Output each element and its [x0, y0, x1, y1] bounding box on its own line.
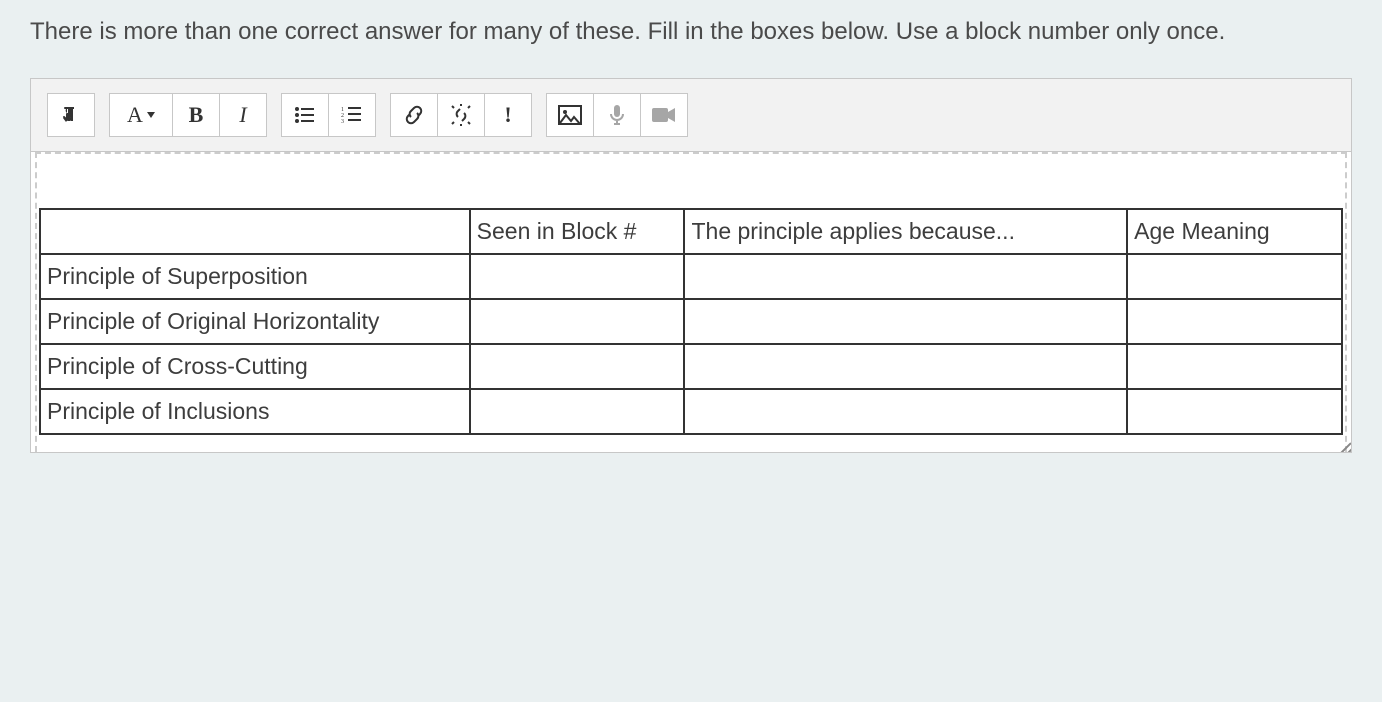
cell-block[interactable] — [470, 299, 685, 344]
cell-block[interactable] — [470, 254, 685, 299]
header-block: Seen in Block # — [470, 209, 685, 254]
header-age: Age Meaning — [1127, 209, 1342, 254]
header-because: The principle applies because... — [684, 209, 1127, 254]
important-button[interactable]: ! — [484, 93, 532, 137]
numbered-list-icon: 1 2 3 — [341, 105, 363, 125]
font-color-button[interactable]: A — [109, 93, 173, 137]
font-color-icon: A — [127, 102, 155, 128]
italic-icon: I — [239, 102, 246, 128]
editor-toolbar: A B I — [31, 79, 1351, 152]
cell-principle[interactable]: Principle of Cross-Cutting — [40, 344, 470, 389]
bold-icon: B — [189, 102, 204, 128]
cell-block[interactable] — [470, 344, 685, 389]
table-row[interactable]: Principle of Cross-Cutting — [40, 344, 1342, 389]
header-principle — [40, 209, 470, 254]
cell-because[interactable] — [684, 299, 1127, 344]
table-header-row: Seen in Block # The principle applies be… — [40, 209, 1342, 254]
cell-age[interactable] — [1127, 389, 1342, 434]
table-row[interactable]: Principle of Inclusions — [40, 389, 1342, 434]
video-icon — [651, 106, 677, 124]
cell-age[interactable] — [1127, 254, 1342, 299]
bullet-list-icon — [294, 105, 316, 125]
record-audio-button[interactable] — [593, 93, 641, 137]
table-row[interactable]: Principle of Superposition — [40, 254, 1342, 299]
cell-because[interactable] — [684, 344, 1127, 389]
link-icon — [403, 105, 425, 125]
cell-principle[interactable]: Principle of Original Horizontality — [40, 299, 470, 344]
svg-text:3: 3 — [341, 119, 344, 125]
text-direction-icon — [61, 105, 81, 125]
unlink-icon — [450, 104, 472, 126]
link-button[interactable] — [390, 93, 438, 137]
chevron-down-icon — [147, 112, 155, 118]
principles-table[interactable]: Seen in Block # The principle applies be… — [39, 208, 1343, 435]
record-video-button[interactable] — [640, 93, 688, 137]
cell-block[interactable] — [470, 389, 685, 434]
italic-button[interactable]: I — [219, 93, 267, 137]
cell-principle[interactable]: Principle of Superposition — [40, 254, 470, 299]
cell-principle[interactable]: Principle of Inclusions — [40, 389, 470, 434]
cell-age[interactable] — [1127, 344, 1342, 389]
numbered-list-button[interactable]: 1 2 3 — [328, 93, 376, 137]
cell-because[interactable] — [684, 254, 1127, 299]
table-row[interactable]: Principle of Original Horizontality — [40, 299, 1342, 344]
instructions-text: There is more than one correct answer fo… — [30, 14, 1352, 50]
unlink-button[interactable] — [437, 93, 485, 137]
exclamation-icon: ! — [504, 102, 511, 128]
insert-image-button[interactable] — [546, 93, 594, 137]
editor-content-area[interactable]: Seen in Block # The principle applies be… — [35, 152, 1347, 452]
image-icon — [558, 105, 582, 125]
cell-age[interactable] — [1127, 299, 1342, 344]
bullet-list-button[interactable] — [281, 93, 329, 137]
bold-button[interactable]: B — [172, 93, 220, 137]
resize-handle[interactable] — [1337, 438, 1351, 452]
text-direction-button[interactable] — [47, 93, 95, 137]
microphone-icon — [608, 104, 626, 126]
cell-because[interactable] — [684, 389, 1127, 434]
rich-text-editor: A B I — [30, 78, 1352, 453]
